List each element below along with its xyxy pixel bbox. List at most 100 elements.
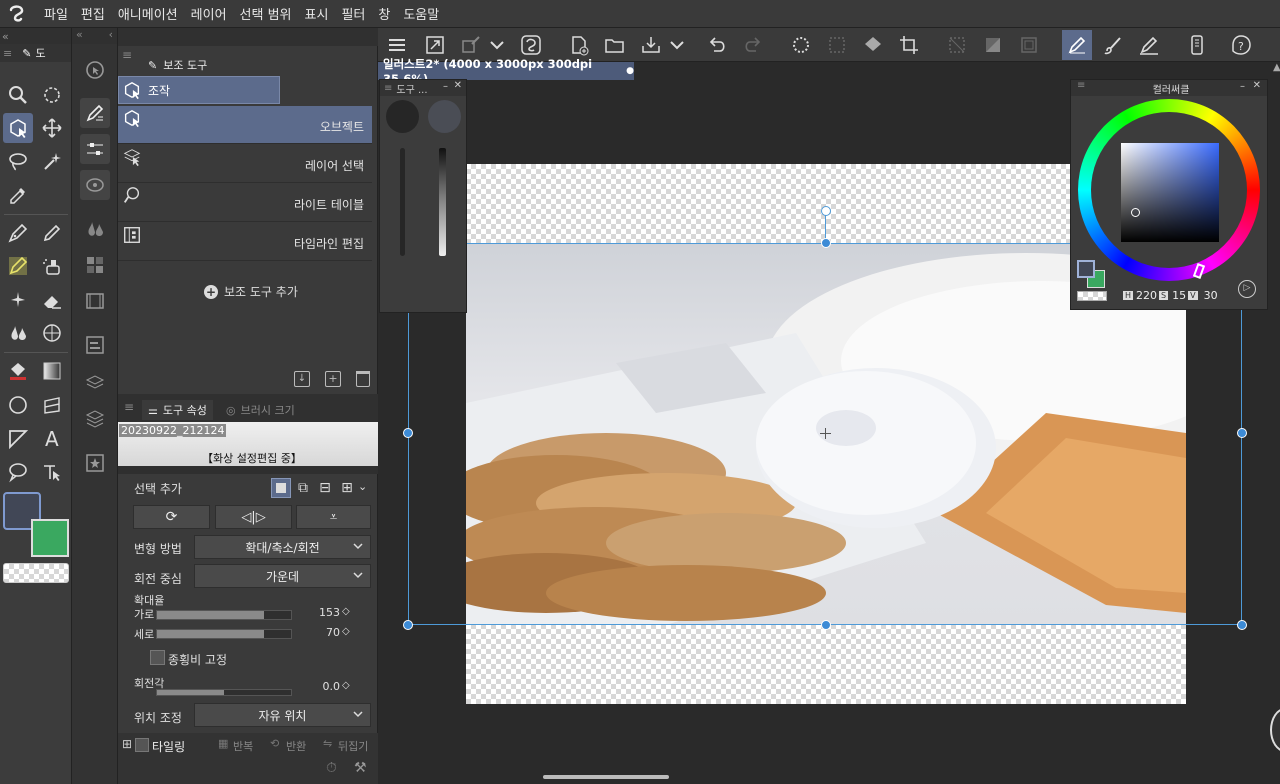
ruler-tool-icon[interactable] bbox=[3, 423, 33, 453]
minimize-icon[interactable]: – bbox=[1240, 81, 1245, 92]
flip-vertical-button[interactable]: ⩡ bbox=[296, 505, 371, 529]
value-value[interactable]: 30 bbox=[1204, 289, 1218, 302]
rotation-angle-slider[interactable] bbox=[156, 689, 292, 696]
redo-icon[interactable] bbox=[738, 30, 768, 60]
selection-mode-chevron-icon[interactable]: ⌄ bbox=[358, 480, 372, 494]
decoration-tool-icon[interactable] bbox=[3, 285, 33, 315]
close-tab-icon[interactable]: ● bbox=[626, 66, 634, 76]
rotation-center-select[interactable]: 가운데 bbox=[194, 564, 371, 588]
pen-mode-icon[interactable] bbox=[1062, 30, 1092, 60]
selection-subtract-icon[interactable]: ⊟ bbox=[315, 478, 335, 498]
menu-view[interactable]: 표시 bbox=[305, 4, 329, 23]
menu-window[interactable]: 창 bbox=[378, 4, 390, 23]
brush-size-preview[interactable] bbox=[386, 100, 419, 133]
pencil-tool-icon[interactable] bbox=[37, 218, 67, 248]
keep-ratio-checkbox[interactable] bbox=[150, 650, 165, 665]
menu-selection[interactable]: 선택 범위 bbox=[240, 4, 292, 23]
balloon-tool-icon[interactable] bbox=[3, 457, 33, 487]
stepper-icon[interactable]: ◇ bbox=[342, 680, 350, 691]
menu-help[interactable]: 도움말 bbox=[403, 4, 439, 23]
loading-icon[interactable] bbox=[786, 30, 816, 60]
pen-tool-icon[interactable] bbox=[3, 218, 33, 248]
collapse-arrow-icon[interactable]: ▲ bbox=[1273, 62, 1280, 73]
navigator-icon[interactable] bbox=[80, 55, 110, 85]
magic-wand-tool-icon[interactable] bbox=[37, 146, 67, 176]
panel-transparent-swatch[interactable] bbox=[1077, 291, 1107, 301]
sub-color-swatch[interactable] bbox=[31, 519, 69, 557]
tool-property-tab[interactable]: ⚌ 도구 속성 bbox=[142, 400, 213, 420]
scale-width-value[interactable]: 153 bbox=[318, 606, 340, 619]
drag-handle-icon[interactable]: ≡ bbox=[124, 400, 134, 414]
transform-handle-bottom[interactable] bbox=[821, 620, 831, 630]
blend-tool-icon[interactable] bbox=[3, 318, 33, 348]
move-view-tool-icon[interactable] bbox=[37, 80, 67, 110]
play-circle-icon[interactable]: ▷ bbox=[1238, 280, 1256, 298]
scale-width-slider[interactable] bbox=[156, 610, 292, 620]
menu-layer[interactable]: 레이어 bbox=[191, 4, 227, 23]
correct-line-tool-icon[interactable] bbox=[37, 457, 67, 487]
crop-icon[interactable] bbox=[894, 30, 924, 60]
zoom-tool-icon[interactable] bbox=[3, 80, 33, 110]
text-tool-icon[interactable]: A bbox=[37, 423, 67, 453]
subtool-item-object[interactable]: 오브젝트 bbox=[118, 106, 372, 144]
import-subtool-icon[interactable]: ↓ bbox=[294, 371, 310, 387]
minimize-icon[interactable]: – bbox=[443, 81, 448, 92]
subtool-item-layer-select[interactable]: 레이어 선택 bbox=[118, 145, 372, 183]
expand-selection-icon[interactable] bbox=[1014, 30, 1044, 60]
fill-tool-icon[interactable] bbox=[3, 356, 33, 386]
stepper-icon[interactable]: ◇ bbox=[342, 606, 350, 617]
operation-tool-icon[interactable] bbox=[3, 113, 33, 143]
drag-handle-icon[interactable]: ≡ bbox=[384, 83, 392, 94]
move-layer-tool-icon[interactable] bbox=[37, 113, 67, 143]
help-icon[interactable]: ? bbox=[1226, 30, 1256, 60]
collapse-right-icon[interactable]: ‹ bbox=[109, 28, 113, 44]
selection-intersect-icon[interactable]: ⊞ bbox=[337, 478, 357, 498]
drag-handle-icon[interactable]: ≡ bbox=[122, 48, 132, 62]
wrench-icon[interactable]: ⚒ bbox=[354, 760, 367, 776]
shape-ellipse-tool-icon[interactable] bbox=[3, 390, 33, 420]
subtool-item-light-table[interactable]: 라이트 테이블 bbox=[118, 184, 372, 222]
document-tab[interactable]: 일러스트2* (4000 x 3000px 300dpi 35.6%) ● bbox=[378, 57, 634, 86]
select-all-icon[interactable] bbox=[822, 30, 852, 60]
layer-search-panel-icon[interactable] bbox=[80, 368, 110, 398]
menu-filter[interactable]: 필터 bbox=[341, 4, 365, 23]
ruler-snap-icon[interactable] bbox=[1134, 30, 1164, 60]
scale-height-slider[interactable] bbox=[156, 629, 292, 639]
figure-tool-icon[interactable] bbox=[37, 318, 67, 348]
saturation-value-square[interactable] bbox=[1121, 143, 1219, 242]
add-subtool-button[interactable]: + 보조 도구 추가 bbox=[204, 283, 298, 300]
device-settings-icon[interactable] bbox=[1182, 30, 1212, 60]
material-panel-icon[interactable] bbox=[80, 448, 110, 478]
drag-handle-icon[interactable]: ≡ bbox=[1077, 80, 1085, 91]
save-icon[interactable] bbox=[636, 30, 666, 60]
stepper-icon[interactable]: ◇ bbox=[342, 626, 350, 637]
sv-cursor[interactable] bbox=[1131, 208, 1140, 217]
flip-horizontal-button[interactable]: ◁|▷ bbox=[215, 505, 292, 529]
transform-handle-left[interactable] bbox=[403, 428, 413, 438]
collapse-left-icon[interactable]: « bbox=[76, 28, 83, 44]
close-icon[interactable]: ✕ bbox=[454, 80, 462, 91]
delete-subtool-icon[interactable] bbox=[356, 371, 370, 387]
deselect-icon[interactable] bbox=[942, 30, 972, 60]
rotation-angle-value[interactable]: 0.0 bbox=[304, 680, 341, 693]
transform-handle-right[interactable] bbox=[1237, 428, 1247, 438]
frame-border-tool-icon[interactable] bbox=[37, 390, 67, 420]
eraser-tool-icon[interactable] bbox=[37, 285, 67, 315]
brush-size-panel-icon[interactable] bbox=[80, 170, 110, 200]
selection-new-icon[interactable] bbox=[271, 478, 291, 498]
menu-animation[interactable]: 애니메이션 bbox=[118, 4, 178, 23]
transform-handle-top[interactable] bbox=[821, 238, 831, 248]
tool-property-panel-icon[interactable] bbox=[80, 134, 110, 164]
hue-value[interactable]: 220 bbox=[1136, 289, 1157, 302]
brush-mode-icon[interactable] bbox=[1098, 30, 1128, 60]
reset-button[interactable]: ⟳ bbox=[133, 505, 210, 529]
subtool-group-operation[interactable]: 조작 bbox=[118, 76, 280, 104]
saturation-value[interactable]: 15 bbox=[1172, 289, 1186, 302]
transform-handle-bottom-left[interactable] bbox=[403, 620, 413, 630]
center-crosshair-icon[interactable] bbox=[820, 428, 831, 439]
panel-main-color-swatch[interactable] bbox=[1077, 260, 1095, 278]
subtool-item-timeline-edit[interactable]: 타임라인 편집 bbox=[118, 223, 372, 261]
brush-size-slider[interactable] bbox=[400, 148, 405, 256]
undo-icon[interactable] bbox=[702, 30, 732, 60]
layers-panel-icon[interactable] bbox=[80, 404, 110, 434]
